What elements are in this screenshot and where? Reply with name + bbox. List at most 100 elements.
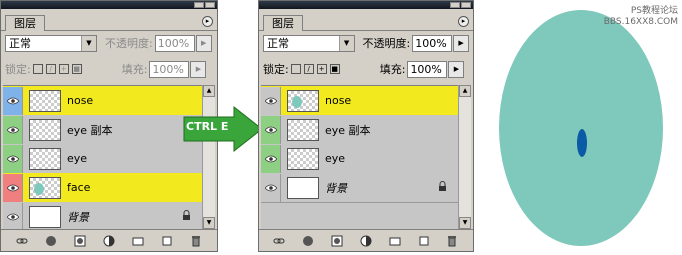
scroll-up-icon[interactable]: ▲ [459,85,471,97]
lock-transparent-icon[interactable] [32,64,43,74]
thumbnail-shape [292,95,302,108]
layer-row[interactable]: nose [3,86,203,116]
lock-transparent-icon[interactable] [290,64,301,74]
new-layer-icon[interactable] [161,235,173,247]
tab-layers[interactable]: 图层 [263,15,303,31]
new-layer-icon[interactable] [418,235,430,247]
lock-brush-icon[interactable]: / [303,64,314,74]
layer-name: nose [67,94,94,107]
layer-row[interactable]: nose [261,86,459,116]
face-illustration [499,10,663,246]
layer-name: nose [325,94,352,107]
layer-row[interactable]: face [3,173,203,203]
mask-icon[interactable] [331,235,343,247]
layer-name: eye 副本 [325,123,371,137]
adjustment-icon[interactable] [360,235,372,247]
opacity-input[interactable]: 100% [154,34,195,52]
blend-mode-value: 正常 [9,36,31,50]
layer-thumbnail [287,118,319,141]
link-icon[interactable] [16,235,28,247]
lock-all-icon[interactable]: ■ [329,64,340,74]
layer-name: 背景 [325,181,347,195]
layer-row[interactable]: 背景 [3,202,203,232]
mask-icon[interactable] [74,235,86,247]
visibility-eye-icon[interactable] [3,86,23,115]
lock-move-icon[interactable]: + [58,64,69,74]
lock-move-icon[interactable]: + [316,64,327,74]
scrollbar[interactable]: ▲ ▼ [458,85,471,229]
minimize-button[interactable] [450,2,460,8]
fill-slider-button[interactable]: ▶ [448,60,465,78]
panel-titlebar [1,1,217,9]
adjustment-icon[interactable] [103,235,115,247]
chevron-down-icon: ▼ [338,35,354,51]
eye-ellipse [577,129,587,157]
fx-icon[interactable] [302,235,314,247]
layer-row[interactable]: eye 副本 [3,115,203,145]
tab-layers[interactable]: 图层 [5,15,45,31]
fx-icon[interactable] [45,235,57,247]
scroll-up-icon[interactable]: ▲ [203,85,215,97]
minimize-button[interactable] [194,2,204,8]
layer-thumbnail [287,89,319,112]
layer-thumbnail [287,147,319,170]
blend-mode-select[interactable]: 正常 ▼ [263,34,355,52]
layer-name: eye [67,152,88,165]
panel-menu-icon[interactable]: ▸ [458,16,469,27]
layer-thumbnail [29,118,61,141]
panel-tabrow: 图层 ▸ [259,9,473,31]
close-button[interactable] [205,2,215,8]
layer-list: nose eye 副本 eye face 背景 [3,85,203,232]
trash-icon[interactable] [446,235,458,247]
layer-thumbnail [29,205,61,228]
layer-actions-bar [1,229,217,251]
fill-label: 填充: [121,63,148,76]
watermark-line1: PS教程论坛 [630,6,678,16]
link-icon[interactable] [273,235,285,247]
layer-name: eye 副本 [67,123,113,137]
lock-all-icon[interactable]: ■ [71,64,82,74]
opacity-input[interactable]: 100% [412,34,453,52]
fill-label: 填充: [379,63,406,76]
shortcut-label: CTRL E [186,120,229,133]
watermark: PS教程论坛 BBS.16XX8.COM [604,6,678,28]
opacity-label: 不透明度: [362,37,411,50]
layer-row[interactable]: eye [261,144,459,174]
fill-input[interactable]: 100% [149,60,190,78]
visibility-eye-icon[interactable] [261,86,281,115]
watermark-line2: BBS.16XX8.COM [603,17,678,27]
visibility-eye-icon[interactable] [3,202,23,231]
blend-mode-value: 正常 [267,36,289,50]
folder-icon[interactable] [132,235,144,247]
layer-name: 背景 [67,210,89,224]
visibility-eye-icon[interactable] [3,115,23,144]
panel-menu-icon[interactable]: ▸ [202,16,213,27]
lock-icon [439,181,446,191]
opacity-slider-button[interactable]: ▶ [195,34,212,52]
layer-row[interactable]: eye 副本 [261,115,459,145]
opacity-slider-button[interactable]: ▶ [453,34,469,52]
panel-titlebar [259,1,473,9]
close-button[interactable] [461,2,471,8]
visibility-eye-icon[interactable] [3,144,23,173]
scroll-down-icon[interactable]: ▼ [203,217,215,229]
layer-row[interactable]: 背景 [261,173,459,203]
scroll-down-icon[interactable]: ▼ [459,217,471,229]
layer-thumbnail [29,147,61,170]
fill-input[interactable]: 100% [407,60,448,78]
visibility-eye-icon[interactable] [261,173,281,202]
folder-icon[interactable] [389,235,401,247]
lock-brush-icon[interactable]: / [45,64,56,74]
canvas-preview: PS教程论坛 BBS.16XX8.COM [478,0,682,252]
lock-label: 锁定: [263,63,289,76]
chevron-down-icon: ▼ [81,35,96,51]
visibility-eye-icon[interactable] [261,115,281,144]
layer-name: eye [325,152,346,165]
layer-row[interactable]: eye [3,144,203,174]
visibility-eye-icon[interactable] [3,173,23,202]
trash-icon[interactable] [190,235,202,247]
visibility-eye-icon[interactable] [261,144,281,173]
opacity-label: 不透明度: [105,37,153,50]
blend-mode-select[interactable]: 正常 ▼ [5,34,97,52]
fill-slider-button[interactable]: ▶ [190,60,207,78]
